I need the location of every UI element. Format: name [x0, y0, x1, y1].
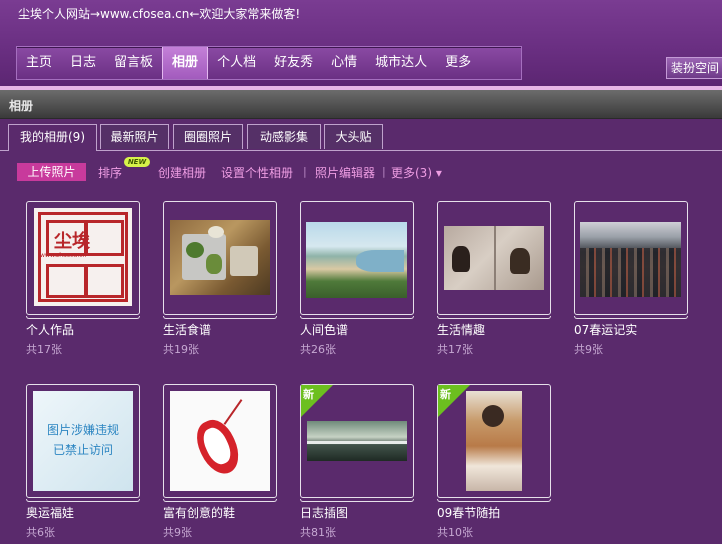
album-cover-frame[interactable]: [163, 201, 277, 319]
create-album-link[interactable]: 创建相册: [158, 164, 206, 181]
nav-item-album[interactable]: 相册: [162, 47, 209, 79]
album-title[interactable]: 生活食谱: [163, 321, 211, 338]
triangle-down-icon: ▾: [435, 166, 442, 180]
album-title[interactable]: 富有创意的鞋: [163, 504, 235, 521]
album-tabs: 我的相册(9) 最新照片 圈圈照片 动感影集 大头贴: [0, 118, 722, 151]
album-title[interactable]: 个人作品: [26, 321, 74, 338]
toolbar-divider: |: [382, 165, 386, 178]
album-title[interactable]: 人间色谱: [300, 321, 348, 338]
nav-item-blog[interactable]: 日志: [61, 47, 105, 79]
tab-latest-photos[interactable]: 最新照片: [100, 124, 169, 149]
nav-item-friends[interactable]: 好友秀: [265, 47, 322, 79]
album-cover-frame[interactable]: 新: [437, 384, 551, 502]
blocked-image: 图片涉嫌违规 已禁止访问: [33, 391, 133, 491]
photo-editor-link[interactable]: 照片编辑器: [315, 164, 375, 181]
crowd-image: [580, 222, 681, 297]
main-nav: 主页 日志 留言板 相册 个人档 好友秀 心情 城市达人 更多: [16, 46, 522, 80]
sort-link[interactable]: 排序: [98, 164, 122, 181]
section-title: 相册: [9, 99, 34, 113]
more-actions-label: 更多(3): [391, 166, 432, 180]
album-cover-frame[interactable]: [437, 201, 551, 319]
album-toolbar: 上传照片 排序 NEW 创建相册 设置个性相册 | 照片编辑器 | 更多(3) …: [0, 157, 722, 184]
red-seal-image: 尘埃 www.zhusea.cn: [34, 208, 132, 306]
album-cover-frame[interactable]: 图片涉嫌违规 已禁止访问: [26, 384, 140, 502]
album-cover-frame[interactable]: [163, 384, 277, 502]
nav-item-profile[interactable]: 个人档: [208, 47, 265, 79]
custom-album-link[interactable]: 设置个性相册: [221, 164, 293, 181]
portrait-image: [466, 391, 522, 491]
nav-item-home[interactable]: 主页: [17, 47, 61, 79]
album-photo-count: 共17张: [26, 343, 62, 356]
more-actions-dropdown[interactable]: 更多(3) ▾: [391, 164, 442, 181]
coastline-image: [306, 222, 407, 298]
album-title[interactable]: 日志插图: [300, 504, 348, 521]
album-cover-frame[interactable]: [300, 201, 414, 319]
album-cover-frame[interactable]: 新: [300, 384, 414, 502]
album-cover-frame[interactable]: [574, 201, 688, 319]
album-cover-frame[interactable]: 尘埃 www.zhusea.cn: [26, 201, 140, 319]
upload-photo-button[interactable]: 上传照片: [17, 163, 86, 181]
red-shoe-image: [170, 391, 270, 491]
new-corner-label: 新: [440, 388, 451, 401]
dress-space-button[interactable]: 装扮空间: [666, 57, 722, 79]
album-photo-count: 共10张: [437, 526, 473, 539]
nav-item-city[interactable]: 城市达人: [366, 47, 436, 79]
new-corner-label: 新: [303, 388, 314, 401]
nav-item-more[interactable]: 更多: [436, 47, 480, 79]
album-photo-count: 共17张: [437, 343, 473, 356]
food-tray-image: [170, 220, 270, 295]
landscape-image: [307, 421, 407, 461]
site-tagline: 尘埃个人网站→www.cfosea.cn←欢迎大家常来做客!: [18, 7, 301, 21]
dogs-image: [444, 226, 544, 290]
album-photo-count: 共9张: [163, 526, 192, 539]
tab-my-albums[interactable]: 我的相册(9): [8, 124, 97, 151]
new-badge: NEW: [124, 157, 150, 167]
site-header: 尘埃个人网站→www.cfosea.cn←欢迎大家常来做客! 主页 日志 留言板…: [0, 0, 722, 87]
nav-item-mood[interactable]: 心情: [322, 47, 366, 79]
album-photo-count: 共19张: [163, 343, 199, 356]
tab-dynamic-albums[interactable]: 动感影集: [247, 124, 321, 149]
album-title[interactable]: 生活情趣: [437, 321, 485, 338]
album-title[interactable]: 07春运记实: [574, 321, 637, 338]
tab-circle-photos[interactable]: 圈圈照片: [173, 124, 243, 149]
album-title[interactable]: 奥运福娃: [26, 504, 74, 521]
album-photo-count: 共6张: [26, 526, 55, 539]
tab-photo-sticker[interactable]: 大头贴: [324, 124, 383, 149]
nav-item-guestbook[interactable]: 留言板: [105, 47, 162, 79]
album-photo-count: 共9张: [574, 343, 603, 356]
album-photo-count: 共81张: [300, 526, 336, 539]
toolbar-divider: |: [303, 165, 307, 178]
section-header: 相册: [0, 90, 722, 119]
album-title[interactable]: 09春节随拍: [437, 504, 500, 521]
album-photo-count: 共26张: [300, 343, 336, 356]
